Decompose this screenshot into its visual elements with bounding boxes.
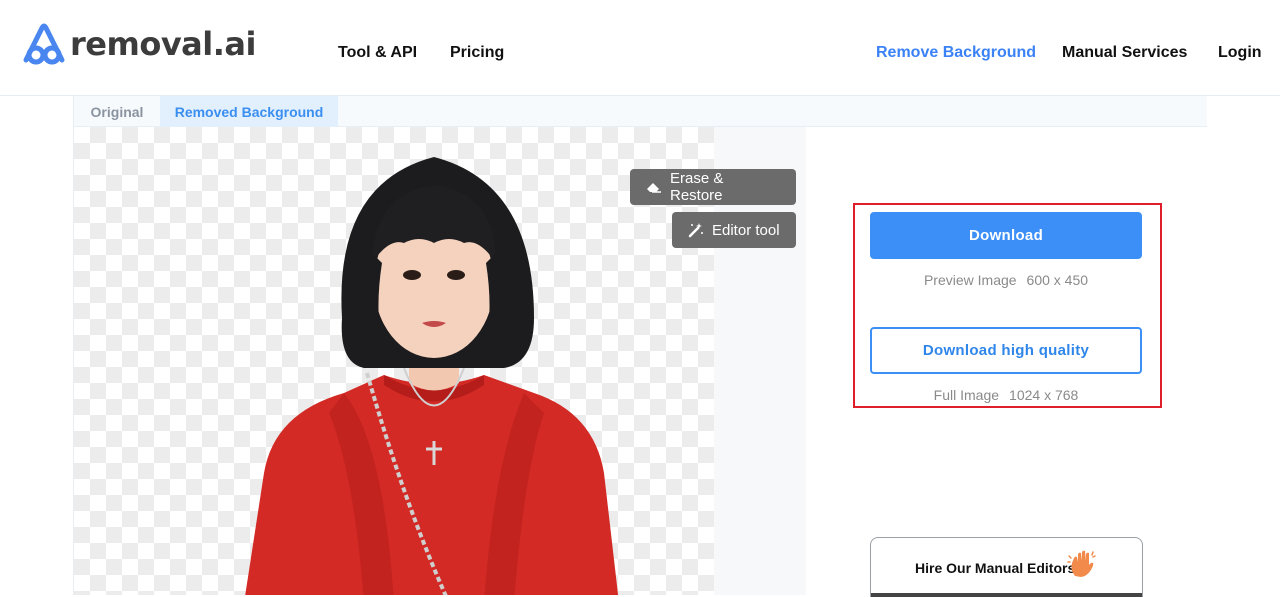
eraser-icon bbox=[647, 183, 661, 193]
download-button[interactable]: Download bbox=[870, 212, 1142, 259]
nav-pricing[interactable]: Pricing bbox=[450, 44, 504, 62]
tab-removed-background[interactable]: Removed Background bbox=[160, 96, 338, 127]
nav-login[interactable]: Login bbox=[1218, 44, 1262, 62]
editor-tool-label: Editor tool bbox=[712, 221, 780, 239]
site-header: removal.ai Tool & API Pricing Remove Bac… bbox=[0, 0, 1280, 96]
editor-panel: Original Removed Background Erase & Rest… bbox=[73, 96, 1207, 597]
erase-restore-label: Erase & Restore bbox=[670, 170, 724, 204]
logo-icon bbox=[23, 23, 65, 65]
hire-label: Hire Our Manual Editors bbox=[915, 560, 1076, 576]
erase-restore-button[interactable]: Erase & Restore bbox=[630, 169, 796, 205]
logo[interactable]: removal.ai bbox=[20, 22, 256, 66]
nav-tool-api[interactable]: Tool & API bbox=[338, 44, 417, 62]
waving-hand-icon bbox=[1067, 550, 1096, 577]
hire-button-bar bbox=[871, 593, 1142, 597]
result-tabs: Original Removed Background bbox=[74, 96, 1207, 127]
image-canvas: Erase & Restore Editor tool bbox=[74, 127, 806, 595]
nav-manual-services[interactable]: Manual Services bbox=[1062, 44, 1187, 62]
full-image-info: Full Image 1024 x 768 bbox=[870, 387, 1142, 403]
result-image bbox=[245, 157, 619, 595]
magic-wand-icon bbox=[688, 223, 703, 238]
tab-original[interactable]: Original bbox=[74, 96, 160, 127]
logo-text: removal.ai bbox=[70, 25, 256, 63]
preview-size: 600 x 450 bbox=[1026, 272, 1089, 288]
full-image-label: Full Image bbox=[933, 387, 1000, 403]
full-image-size: 1024 x 768 bbox=[1009, 387, 1079, 403]
preview-image-info: Preview Image 600 x 450 bbox=[870, 272, 1142, 288]
hire-manual-editors-button[interactable]: Hire Our Manual Editors bbox=[870, 537, 1143, 597]
nav-remove-background[interactable]: Remove Background bbox=[876, 44, 1036, 62]
editor-tool-button[interactable]: Editor tool bbox=[672, 212, 796, 248]
download-high-quality-button[interactable]: Download high quality bbox=[870, 327, 1142, 374]
preview-label: Preview Image bbox=[923, 272, 1017, 288]
